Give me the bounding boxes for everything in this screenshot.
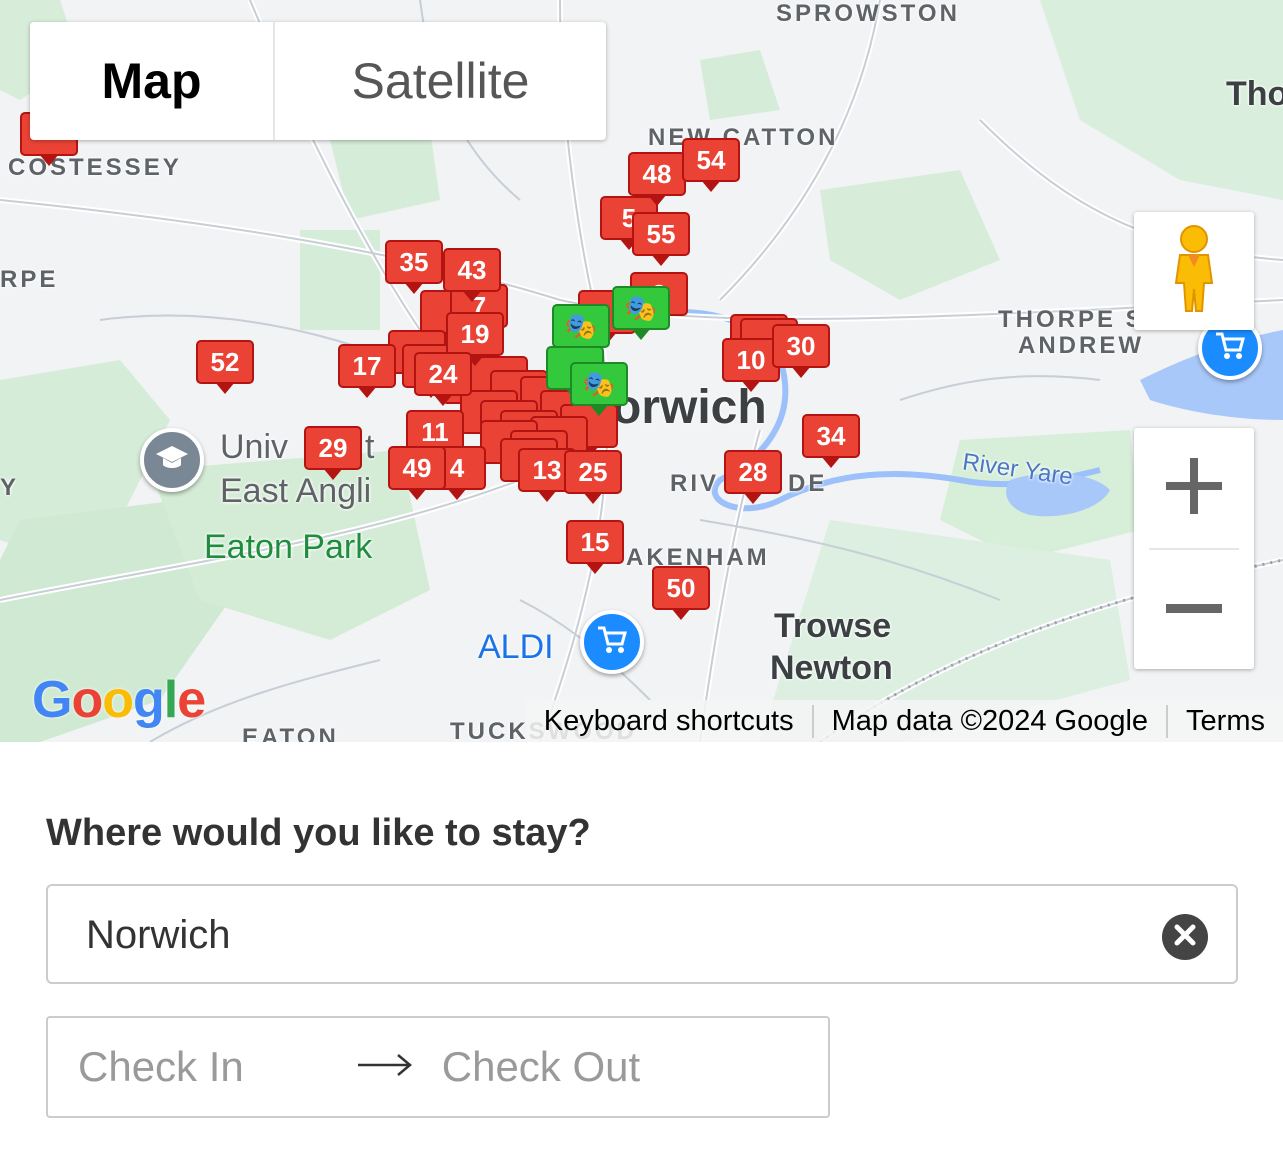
place-label: ALDI xyxy=(478,628,554,666)
place-label: Trowse xyxy=(774,607,892,645)
property-marker[interactable]: 35 xyxy=(385,240,443,294)
place-label: COSTESSEY xyxy=(8,154,182,181)
place-label: Univ xyxy=(220,428,289,466)
theater-icon: 🎭 xyxy=(582,368,616,399)
clear-button[interactable] xyxy=(1162,914,1208,960)
pegman-icon xyxy=(1168,223,1220,320)
property-marker[interactable]: 55 xyxy=(632,212,690,266)
place-label: NEW CATTON xyxy=(648,124,839,151)
check-out-input[interactable]: Check Out xyxy=(442,1043,640,1091)
property-marker[interactable]: 19 xyxy=(446,312,504,366)
theater-icon: 🎭 xyxy=(624,292,658,323)
street-view-button[interactable] xyxy=(1134,212,1254,330)
property-marker[interactable]: 34 xyxy=(802,414,860,468)
terms-link[interactable]: Terms xyxy=(1166,704,1283,738)
place-label: RPE xyxy=(0,266,59,293)
aldi-shop-poi[interactable] xyxy=(580,610,644,674)
place-label: THORPE S xyxy=(998,306,1145,333)
property-marker[interactable]: 49 xyxy=(388,446,446,500)
arrow-right-icon xyxy=(356,1053,414,1082)
university-poi[interactable] xyxy=(140,428,204,492)
place-label: EATON xyxy=(242,724,339,742)
property-marker[interactable]: 15 xyxy=(566,520,624,574)
zoom-control xyxy=(1134,428,1254,669)
place-label: t xyxy=(365,428,375,466)
place-label: SPROWSTON xyxy=(776,0,960,27)
map-type-satellite-button[interactable]: Satellite xyxy=(275,22,606,140)
property-marker[interactable]: 24 xyxy=(414,352,472,406)
property-marker[interactable]: 50 xyxy=(652,566,710,620)
property-marker[interactable]: 30 xyxy=(772,324,830,378)
location-input[interactable] xyxy=(84,886,1148,984)
date-range-field: Check In Check Out xyxy=(46,1016,830,1118)
zoom-out-button[interactable] xyxy=(1134,550,1254,670)
property-marker[interactable]: 52 xyxy=(196,340,254,394)
close-icon xyxy=(1174,924,1196,951)
property-marker[interactable]: 25 xyxy=(564,450,622,504)
google-logo[interactable]: Google xyxy=(32,670,206,730)
shopping-cart-icon xyxy=(1214,331,1246,366)
place-label: DE xyxy=(788,470,828,497)
place-label: ANDREW xyxy=(1018,332,1144,359)
place-label: RIV xyxy=(670,470,720,497)
place-label: East Angli xyxy=(220,472,372,510)
plus-icon xyxy=(1166,457,1222,519)
location-field xyxy=(46,884,1238,984)
property-marker[interactable]: 43 xyxy=(443,248,501,302)
venue-marker[interactable]: 🎭 xyxy=(612,286,670,340)
place-label: Newton xyxy=(770,649,893,687)
property-marker[interactable]: 28 xyxy=(724,450,782,504)
map-view[interactable]: SPROWSTON NEW CATTON COSTESSEY THORPE S … xyxy=(0,0,1283,742)
map-type-map-button[interactable]: Map xyxy=(30,22,275,140)
graduation-cap-icon xyxy=(155,444,189,477)
place-label: Tho xyxy=(1226,75,1283,113)
zoom-in-button[interactable] xyxy=(1134,428,1254,548)
property-marker[interactable]: 17 xyxy=(338,344,396,398)
property-marker[interactable]: 54 xyxy=(682,138,740,192)
map-type-control: Map Satellite xyxy=(30,22,606,140)
minus-icon xyxy=(1166,601,1222,619)
map-attribution: Keyboard shortcuts Map data ©2024 Google… xyxy=(525,700,1283,742)
venue-marker[interactable]: 🎭 xyxy=(570,362,628,416)
keyboard-shortcuts-link[interactable]: Keyboard shortcuts xyxy=(526,705,812,738)
theater-icon: 🎭 xyxy=(564,310,598,341)
place-label: Y xyxy=(0,474,20,501)
venue-marker[interactable]: 🎭 xyxy=(552,304,610,358)
check-in-input[interactable]: Check In xyxy=(78,1043,244,1091)
property-marker[interactable]: 48 xyxy=(628,152,686,206)
shopping-cart-icon xyxy=(596,625,628,660)
map-data-text: Map data ©2024 Google xyxy=(811,704,1166,738)
property-marker[interactable]: 29 xyxy=(304,426,362,480)
location-label: Where would you like to stay? xyxy=(46,812,591,854)
place-label: Eaton Park xyxy=(204,528,373,566)
